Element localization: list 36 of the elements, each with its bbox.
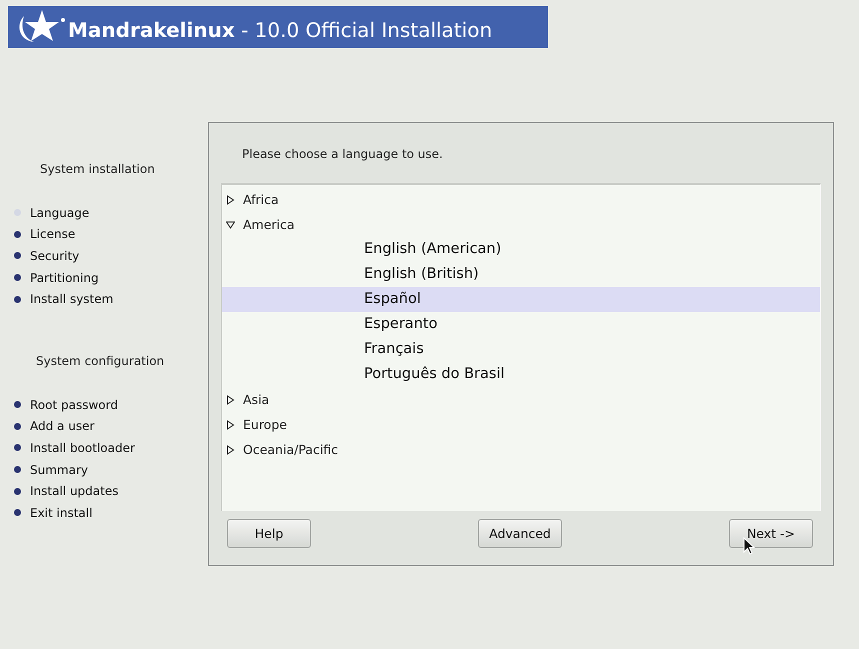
step-label: License [30, 227, 76, 242]
expand-triangle-icon[interactable] [226, 444, 235, 454]
tree-group-row[interactable]: America [222, 212, 820, 237]
language-row[interactable]: Esperanto [222, 312, 820, 337]
step-label: Root password [30, 398, 118, 412]
step-label: Add a user [30, 419, 94, 434]
language-row[interactable]: Français [222, 337, 820, 362]
language-row[interactable]: Português do Brasil [222, 362, 820, 387]
tree-group-row[interactable]: Asia [222, 387, 820, 412]
tree-group-row[interactable]: Europe [222, 412, 820, 437]
language-row[interactable]: English (British) [222, 262, 820, 287]
language-row[interactable]: Español [222, 287, 820, 312]
step-label: Language [30, 206, 90, 220]
language-tree[interactable]: Africa America English (American) English (British) Español Esperanto Français Português do Brasil Asia Europe Oceania/Pacific [221, 183, 821, 511]
step-label: Install system [30, 292, 114, 306]
expand-triangle-icon[interactable] [226, 394, 235, 404]
section-heading: System installation [39, 162, 156, 176]
mouse-cursor-icon [743, 537, 755, 555]
step-label: Install updates [30, 484, 118, 498]
step-label: Exit install [30, 506, 92, 520]
step-label: Summary [30, 462, 88, 477]
section-heading: System configuration [35, 354, 166, 368]
dialog-button[interactable]: Help [227, 519, 311, 548]
collapse-triangle-icon[interactable] [226, 220, 235, 230]
dialog-button[interactable]: Advanced [478, 519, 562, 548]
tree-group-row[interactable]: Oceania/Pacific [222, 437, 820, 462]
expand-triangle-icon[interactable] [226, 420, 235, 430]
step-label: Install bootloader [30, 440, 135, 455]
tree-group-row[interactable]: Africa [222, 187, 820, 212]
step-label: Security [30, 248, 80, 263]
expand-triangle-icon[interactable] [226, 194, 235, 204]
dialog-button[interactable]: Next -> [729, 519, 813, 548]
step-label: Partitioning [30, 270, 99, 285]
language-row[interactable]: English (American) [222, 237, 820, 262]
banner-title: Mandrakelinux - 10.0 Official Installation [68, 18, 492, 42]
prompt-text: Please choose a language to use. [241, 147, 444, 163]
